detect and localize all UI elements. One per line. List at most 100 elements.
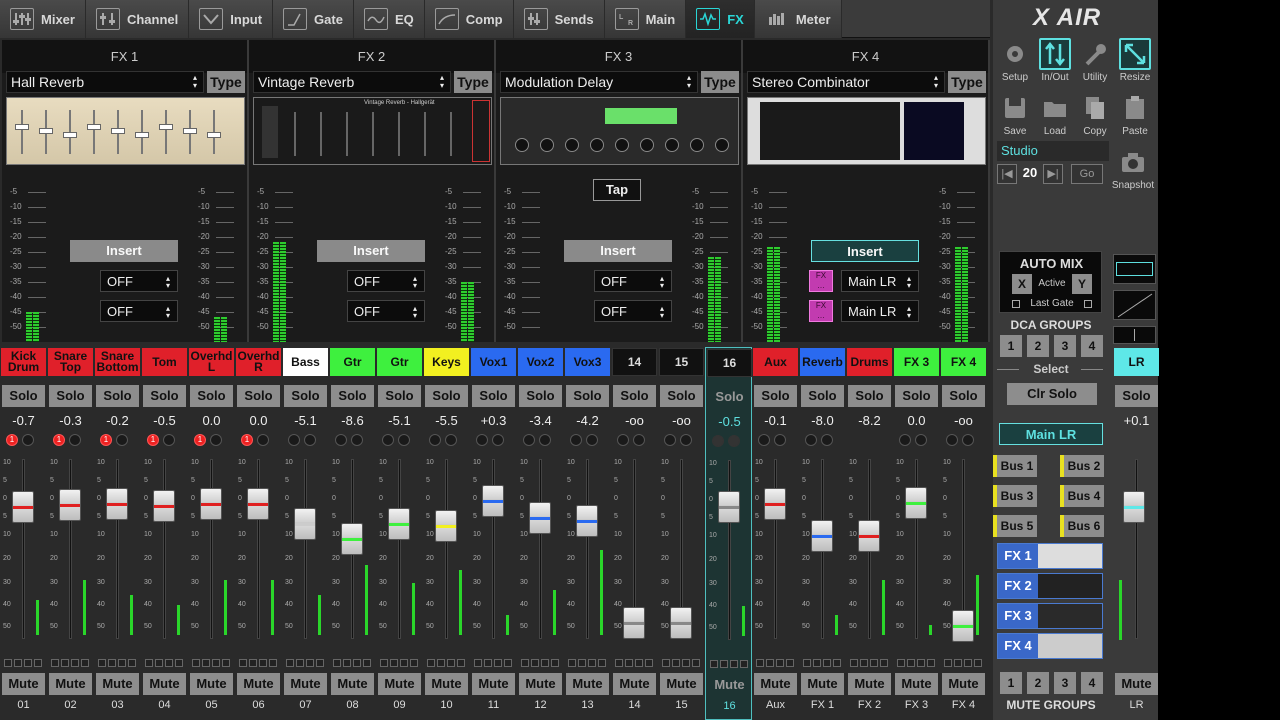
mute-button[interactable]: Mute — [237, 673, 280, 695]
channel-label[interactable]: Keys — [424, 348, 469, 376]
channel-label[interactable]: Vox1 — [471, 348, 516, 376]
fader-cap[interactable] — [435, 510, 457, 542]
fader-cap[interactable] — [905, 487, 927, 519]
mute-button[interactable]: Mute — [519, 673, 562, 695]
mute-button[interactable]: Mute — [425, 673, 468, 695]
solo-button[interactable]: Solo — [519, 385, 562, 407]
fader[interactable]: 10 5 0 5 10 20 30 40 50 — [564, 455, 611, 655]
tab-fx[interactable]: FX — [686, 0, 755, 38]
mute-button[interactable]: Mute — [331, 673, 374, 695]
tab-channel[interactable]: Channel — [85, 0, 190, 38]
solo-button[interactable]: Solo — [190, 385, 233, 407]
solo-button[interactable]: Solo — [848, 385, 891, 407]
solo-button[interactable]: Solo — [613, 385, 656, 407]
scene-name-field[interactable]: Studio — [997, 141, 1109, 161]
lr-fader-cap[interactable] — [1123, 491, 1145, 523]
channel-label[interactable]: Aux — [753, 348, 798, 376]
mute-button[interactable]: Mute — [801, 673, 844, 695]
fx-thumbnail[interactable]: Vintage Reverb - Hallgerät — [253, 97, 492, 165]
fader-cap[interactable] — [294, 508, 316, 540]
solo-button[interactable]: Solo — [96, 385, 139, 407]
fader[interactable]: 10 5 0 5 10 20 30 40 50 — [329, 455, 376, 655]
bus-button-4[interactable]: Bus 4 — [1060, 485, 1104, 507]
channel-label[interactable]: 15 — [659, 348, 704, 376]
tab-sends[interactable]: Sends — [513, 0, 605, 38]
fader[interactable]: 10 5 0 5 10 20 30 40 50 — [940, 455, 987, 655]
lr-solo-button[interactable]: Solo — [1115, 385, 1158, 407]
mute-button[interactable]: Mute — [96, 673, 139, 695]
save-button[interactable]: Save — [995, 92, 1035, 137]
fader-cap[interactable] — [764, 488, 786, 520]
tab-main[interactable]: L R Main — [604, 0, 687, 38]
dca-button-1[interactable]: 1 — [1000, 335, 1022, 357]
fader[interactable]: 10 5 0 5 10 20 30 40 50 — [235, 455, 282, 655]
mute-button[interactable]: Mute — [613, 673, 656, 695]
mute-button[interactable]: Mute — [472, 673, 515, 695]
channel-label[interactable]: Snare Top — [48, 348, 93, 376]
fader[interactable]: 10 5 0 5 10 20 30 40 50 — [658, 455, 705, 655]
channel-label[interactable]: Snare Bottom — [95, 348, 140, 376]
fx-preset-select[interactable]: Vintage Reverb — [253, 71, 451, 93]
lr-mute-button[interactable]: Mute — [1115, 673, 1158, 695]
solo-button[interactable]: Solo — [378, 385, 421, 407]
fader-cap[interactable] — [529, 502, 551, 534]
lastgate-checkbox-y[interactable] — [1084, 300, 1092, 308]
fader-cap[interactable] — [623, 607, 645, 639]
fx-send-button-1[interactable]: FX 1 — [997, 543, 1103, 569]
channel-label[interactable]: FX 3 — [894, 348, 939, 376]
fader-view-box-2[interactable] — [1113, 290, 1156, 320]
fader[interactable]: 10 5 0 5 10 20 30 40 50 — [517, 455, 564, 655]
fx-send-button-2[interactable]: FX 2 — [997, 573, 1103, 599]
lastgate-checkbox-x[interactable] — [1012, 300, 1020, 308]
fx-preset-select[interactable]: Hall Reverb — [6, 71, 204, 93]
fader-cap[interactable] — [153, 490, 175, 522]
fader-cap[interactable] — [858, 520, 880, 552]
resize-button[interactable]: Resize — [1115, 38, 1155, 83]
fx-thumbnail[interactable] — [500, 97, 739, 165]
solo-button[interactable]: Solo — [801, 385, 844, 407]
fx-routing-select[interactable]: OFF — [100, 300, 178, 322]
tab-mixer[interactable]: Mixer — [0, 0, 86, 38]
automix-y-button[interactable]: Y — [1072, 274, 1092, 294]
fx-preset-select[interactable]: Modulation Delay — [500, 71, 698, 93]
fx-preset-select[interactable]: Stereo Combinator — [747, 71, 945, 93]
mute-button[interactable]: Mute — [2, 673, 45, 695]
utility-button[interactable]: Utility — [1075, 38, 1115, 83]
fader-cap[interactable] — [12, 491, 34, 523]
copy-button[interactable]: Copy — [1075, 92, 1115, 137]
channel-label[interactable]: Overhd R — [236, 348, 281, 376]
fader-cap[interactable] — [200, 488, 222, 520]
automix-x-button[interactable]: X — [1012, 274, 1032, 294]
solo-button[interactable]: Solo — [566, 385, 609, 407]
lr-label[interactable]: LR — [1114, 348, 1159, 376]
channel-label[interactable]: Tom — [142, 348, 187, 376]
fx-type-button[interactable]: Type — [948, 71, 986, 93]
mute-button[interactable]: Mute — [895, 673, 938, 695]
solo-button[interactable]: Solo — [2, 385, 45, 407]
scene-next-button[interactable]: ▶| — [1043, 164, 1063, 184]
main-lr-button[interactable]: Main LR — [999, 423, 1103, 445]
fader-cap[interactable] — [952, 610, 974, 642]
channel-label[interactable]: Reverb — [800, 348, 845, 376]
clr-solo-button[interactable]: Clr Solo — [1007, 383, 1097, 405]
mute-group-button-4[interactable]: 4 — [1081, 672, 1103, 694]
in-out-button[interactable]: In/Out — [1035, 38, 1075, 83]
lr-fader[interactable] — [1113, 455, 1160, 655]
fx-routing-select[interactable]: OFF — [594, 270, 672, 292]
fader[interactable]: 10 5 0 5 10 20 30 40 50 — [846, 455, 893, 655]
channel-label[interactable]: Drums — [847, 348, 892, 376]
channel-label[interactable]: Vox2 — [518, 348, 563, 376]
channel-label[interactable]: FX 4 — [941, 348, 986, 376]
channel-label[interactable]: Gtr — [330, 348, 375, 376]
fader-cap[interactable] — [670, 607, 692, 639]
fader-cap[interactable] — [106, 488, 128, 520]
solo-button[interactable]: Solo — [284, 385, 327, 407]
fader-cap[interactable] — [247, 488, 269, 520]
tab-input[interactable]: Input — [189, 0, 274, 38]
mute-group-button-1[interactable]: 1 — [1000, 672, 1022, 694]
channel-label[interactable]: Kick Drum — [1, 348, 46, 376]
insert-button[interactable]: Insert — [811, 240, 919, 262]
fader-cap[interactable] — [718, 491, 740, 523]
fader-cap[interactable] — [576, 505, 598, 537]
solo-button[interactable]: Solo — [754, 385, 797, 407]
